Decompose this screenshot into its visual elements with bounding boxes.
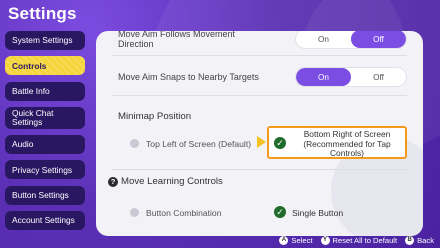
sidebar-item-label: System Settings: [12, 35, 73, 46]
radio-unselected-icon: [130, 208, 139, 217]
settings-screen: Settings System Settings Controls Battle…: [0, 0, 440, 248]
back-button[interactable]: B Back: [405, 235, 434, 245]
sidebar-item-label: Account Settings: [12, 215, 75, 226]
move-aim-follows-label: Move Aim Follows Movement Direction: [118, 31, 236, 49]
toggle-on-option[interactable]: On: [296, 31, 351, 48]
move-aim-snaps-toggle[interactable]: On Off: [296, 68, 406, 86]
sidebar-item-label: Controls: [12, 60, 47, 71]
sidebar-item-privacy-settings[interactable]: Privacy Settings: [5, 160, 85, 180]
move-learning-heading: Move Learning Controls: [121, 176, 223, 187]
select-button[interactable]: A Select: [279, 235, 313, 245]
move-learning-option-single-button[interactable]: Single Button: [292, 208, 343, 218]
sidebar-item-account-settings[interactable]: Account Settings: [5, 211, 85, 231]
sidebar-item-label: Privacy Settings: [12, 164, 73, 175]
sidebar-item-quick-chat-settings[interactable]: Quick Chat Settings: [5, 106, 85, 129]
sidebar-item-controls[interactable]: Controls: [5, 56, 85, 76]
select-label: Select: [291, 235, 313, 245]
y-button-icon: Y: [320, 235, 330, 245]
b-button-icon: B: [405, 235, 415, 245]
toggle-off-option[interactable]: Off: [351, 68, 406, 86]
divider: [112, 55, 407, 56]
radio-unselected-icon: [130, 139, 139, 148]
sidebar-item-button-settings[interactable]: Button Settings: [5, 185, 85, 205]
divider: [112, 95, 407, 96]
back-label: Back: [417, 235, 434, 245]
move-learning-option-button-combination[interactable]: Button Combination: [146, 208, 221, 218]
minimap-option-bottom-right[interactable]: ✓ Bottom Right of Screen (Recommended fo…: [267, 126, 407, 159]
sidebar-item-system-settings[interactable]: System Settings: [5, 31, 85, 50]
footer-controls: A Select Y Reset All to Default B Back: [279, 234, 434, 246]
toggle-off-option[interactable]: Off: [351, 31, 406, 48]
minimap-option-top-left[interactable]: Top Left of Screen (Default): [146, 139, 251, 149]
minimap-option-bottom-right-label: Bottom Right of Screen (Recommended for …: [303, 129, 391, 158]
help-icon[interactable]: ?: [108, 177, 118, 187]
minimap-position-heading: Minimap Position: [118, 111, 192, 122]
reset-label: Reset All to Default: [332, 235, 398, 245]
sidebar-item-label: Button Settings: [12, 190, 69, 201]
reset-all-button[interactable]: Y Reset All to Default: [320, 235, 398, 245]
checkmark-icon: ✓: [274, 206, 286, 218]
divider: [112, 169, 407, 170]
sidebar-item-label: Battle Info: [12, 85, 50, 96]
checkmark-icon: ✓: [274, 137, 286, 149]
sidebar-item-battle-info[interactable]: Battle Info: [5, 81, 85, 101]
move-aim-follows-toggle[interactable]: On Off: [296, 31, 406, 48]
sidebar-item-label: Audio: [12, 139, 34, 150]
selection-cursor-icon: [257, 136, 266, 148]
sidebar-item-audio[interactable]: Audio: [5, 135, 85, 155]
sidebar: System Settings Controls Battle Info Qui…: [5, 31, 85, 236]
a-button-icon: A: [279, 235, 289, 245]
move-aim-snaps-label: Move Aim Snaps to Nearby Targets: [118, 72, 259, 82]
page-title: Settings: [8, 4, 77, 23]
sidebar-item-label: Quick Chat Settings: [12, 108, 54, 127]
toggle-on-option[interactable]: On: [296, 68, 351, 86]
